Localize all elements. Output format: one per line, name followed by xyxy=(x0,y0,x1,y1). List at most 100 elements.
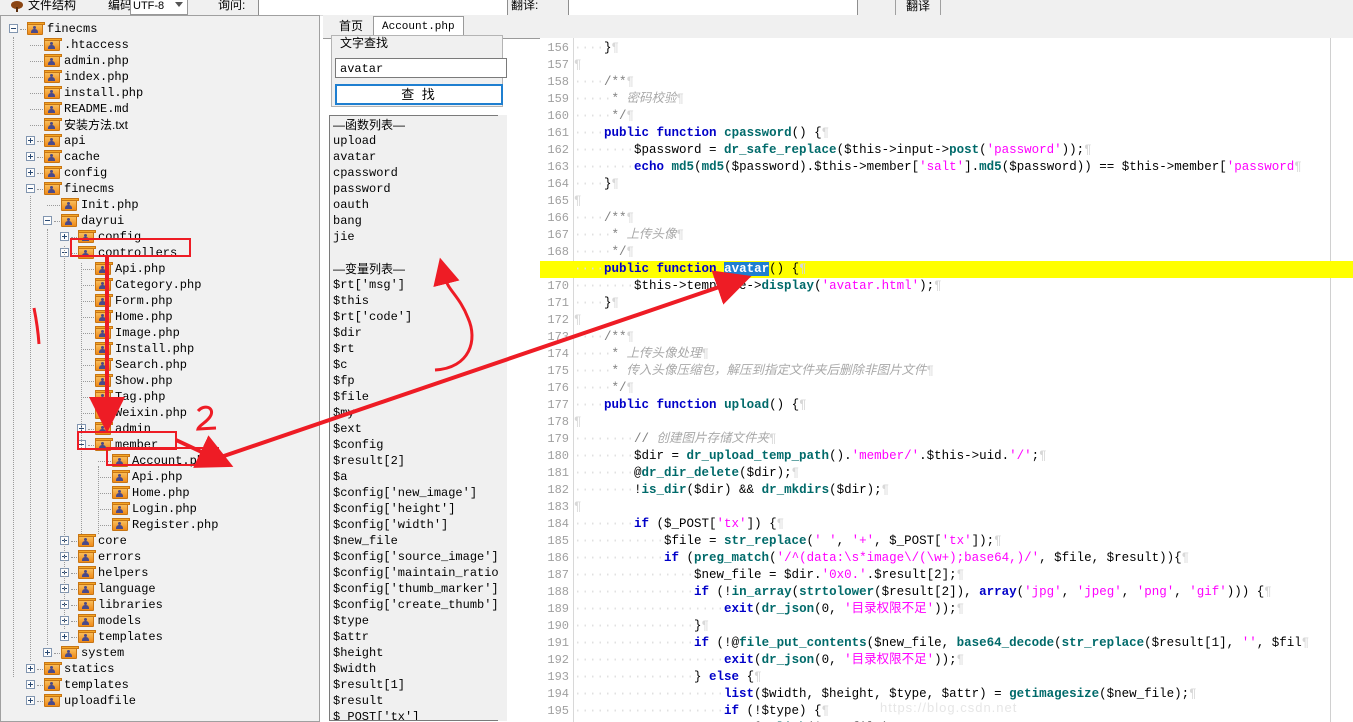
search-input[interactable]: avatar xyxy=(335,58,507,78)
code-line[interactable]: ¶ xyxy=(574,414,582,431)
code-line[interactable]: ················$new_file = $dir.'0x0.'.… xyxy=(574,567,964,584)
expand-icon[interactable] xyxy=(26,664,35,673)
variable-list-item[interactable]: $ext xyxy=(333,421,503,437)
code-line[interactable]: ················} else {¶ xyxy=(574,669,762,686)
code-line[interactable]: ·····* 传入头像压缩包，解压到指定文件夹后删除非图片文件¶ xyxy=(574,363,934,380)
symbol-list-box[interactable]: —函数列表— upload avatar cpassword password oauth… xyxy=(329,115,507,721)
tree-item-label: Install.php xyxy=(115,342,195,356)
code-line[interactable]: ¶ xyxy=(574,499,582,516)
variable-list-item[interactable]: $rt['code'] xyxy=(333,309,503,325)
code-line[interactable]: ·····*/¶ xyxy=(574,380,634,397)
collapse-icon[interactable] xyxy=(9,24,18,33)
variable-list-item[interactable]: $config['width'] xyxy=(333,517,503,533)
variable-list-item[interactable]: $config['maintain_ratio'] xyxy=(333,565,506,581)
variable-list-item[interactable]: $type xyxy=(333,613,503,629)
code-line[interactable]: ····/**¶ xyxy=(574,329,634,346)
symbol-list-scrollbar[interactable] xyxy=(498,115,507,721)
code-line[interactable]: ····}¶ xyxy=(574,40,619,57)
code-line[interactable]: ········$this->template->display('avatar… xyxy=(574,278,942,295)
file-tree-panel[interactable]: finecms .htaccess admin.php index.php instal… xyxy=(0,15,320,722)
variable-list-item[interactable]: $result[2] xyxy=(333,453,503,469)
code-line[interactable]: ····public function upload() {¶ xyxy=(574,397,807,414)
variable-list-item[interactable]: $config xyxy=(333,437,503,453)
variable-list-item[interactable]: $config['thumb_marker'] xyxy=(333,581,503,597)
list-spacer[interactable] xyxy=(333,245,503,261)
code-line[interactable]: ·····* 上传头像处理¶ xyxy=(574,346,709,363)
expand-icon[interactable] xyxy=(43,648,52,657)
translate-input[interactable] xyxy=(568,0,858,15)
code-line[interactable]: ········echo md5(md5($password).$this->m… xyxy=(574,159,1302,176)
code-line[interactable]: ····················exit(dr_json(0, '目录权… xyxy=(574,652,964,669)
search-button[interactable]: 查 找 xyxy=(335,84,503,105)
code-line[interactable]: ····}¶ xyxy=(574,176,619,193)
variable-list-item[interactable]: $result xyxy=(333,693,503,709)
variable-list-item[interactable]: $file xyxy=(333,389,503,405)
code-line[interactable]: ················if (!in_array(strtolower… xyxy=(574,584,1272,601)
collapse-icon[interactable] xyxy=(43,216,52,225)
collapse-icon[interactable] xyxy=(26,184,35,193)
code-line[interactable]: ········@dr_dir_delete($dir);¶ xyxy=(574,465,799,482)
code-area[interactable]: ····}¶ ¶ ····/**¶ ·····* 密码校验¶ ·····*/¶ ····p… xyxy=(540,38,1353,722)
variable-list-item[interactable]: $c xyxy=(333,357,503,373)
expand-icon[interactable] xyxy=(26,680,35,689)
code-line[interactable]: ¶ xyxy=(574,193,582,210)
variable-list-item[interactable]: $_POST['tx'] xyxy=(333,709,503,720)
function-list-item[interactable]: upload xyxy=(333,133,503,149)
variable-list-item[interactable]: $fp xyxy=(333,373,503,389)
code-line[interactable]: ····················if (!$type) {¶ xyxy=(574,703,829,720)
function-list-item[interactable]: oauth xyxy=(333,197,503,213)
ask-input[interactable] xyxy=(258,0,508,15)
variable-list-item[interactable]: $attr xyxy=(333,629,503,645)
code-line[interactable]: ····················exit(dr_json(0, '目录权… xyxy=(574,601,964,618)
function-list-item[interactable]: avatar xyxy=(333,149,503,165)
variable-list-item[interactable]: $this xyxy=(333,293,503,309)
code-line[interactable]: ¶ xyxy=(574,312,582,329)
code-line[interactable]: ············$file = str_replace(' ', '+'… xyxy=(574,533,1002,550)
code-line[interactable]: ·····* 密码校验¶ xyxy=(574,91,684,108)
variable-list-item[interactable]: $width xyxy=(333,661,503,677)
code-line[interactable]: ····/**¶ xyxy=(574,74,634,91)
expand-icon[interactable] xyxy=(26,136,35,145)
expand-icon[interactable] xyxy=(60,232,69,241)
code-line[interactable]: ····public function cpassword() {¶ xyxy=(574,125,829,142)
translate-button[interactable]: 翻译 xyxy=(895,0,941,15)
function-list-item[interactable]: password xyxy=(333,181,503,197)
variable-list-item[interactable]: $config['source_image'] xyxy=(333,549,503,565)
variable-list-item[interactable]: $rt['msg'] xyxy=(333,277,503,293)
code-line[interactable]: ¶ xyxy=(574,57,582,74)
expand-icon[interactable] xyxy=(26,168,35,177)
encoding-select[interactable]: UTF-8 xyxy=(130,0,188,15)
variable-list-item[interactable]: $new_file xyxy=(333,533,503,549)
function-list-item[interactable]: jie xyxy=(333,229,503,245)
code-line[interactable]: ········$password = dr_safe_replace($thi… xyxy=(574,142,1092,159)
code-line[interactable]: ········!is_dir($dir) && dr_mkdirs($dir)… xyxy=(574,482,889,499)
variable-list-item[interactable]: $rt xyxy=(333,341,503,357)
function-list-item[interactable]: bang xyxy=(333,213,503,229)
variable-list-item[interactable]: $config['create_thumb'] xyxy=(333,597,503,613)
line-number: 189 xyxy=(547,602,569,616)
variable-list-item[interactable]: $my xyxy=(333,405,503,421)
variable-list-item[interactable]: $a xyxy=(333,469,503,485)
code-editor[interactable]: 156 157 158 159 160 161 162 163 164 165 166 167 168 1… xyxy=(540,38,1353,722)
variable-list-item[interactable]: $config['new_image'] xyxy=(333,485,503,501)
code-line[interactable]: ········if ($_POST['tx']) {¶ xyxy=(574,516,784,533)
function-list-item[interactable]: cpassword xyxy=(333,165,503,181)
variable-list-item[interactable]: $height xyxy=(333,645,503,661)
code-line[interactable]: ········// 创建图片存储文件夹¶ xyxy=(574,431,777,448)
code-line[interactable]: ·····*/¶ xyxy=(574,108,634,125)
code-line[interactable]: ····/**¶ xyxy=(574,210,634,227)
expand-icon[interactable] xyxy=(60,632,69,641)
variable-list-item[interactable]: $dir xyxy=(333,325,503,341)
expand-icon[interactable] xyxy=(26,696,35,705)
code-line[interactable]: ················if (!@file_put_contents(… xyxy=(574,635,1309,652)
code-line[interactable]: ····public function avatar() {¶ xyxy=(574,261,807,278)
code-line[interactable]: ·····* 上传头像¶ xyxy=(574,227,684,244)
code-line[interactable]: ····}¶ xyxy=(574,295,619,312)
code-line[interactable]: ················}¶ xyxy=(574,618,709,635)
variable-list-item[interactable]: $result[1] xyxy=(333,677,503,693)
code-line[interactable]: ········$dir = dr_upload_temp_path().'me… xyxy=(574,448,1047,465)
expand-icon[interactable] xyxy=(26,152,35,161)
code-line[interactable]: ············if (preg_match('/^(data:\s*i… xyxy=(574,550,1189,567)
variable-list-item[interactable]: $config['height'] xyxy=(333,501,503,517)
code-line[interactable]: ·····*/¶ xyxy=(574,244,634,261)
